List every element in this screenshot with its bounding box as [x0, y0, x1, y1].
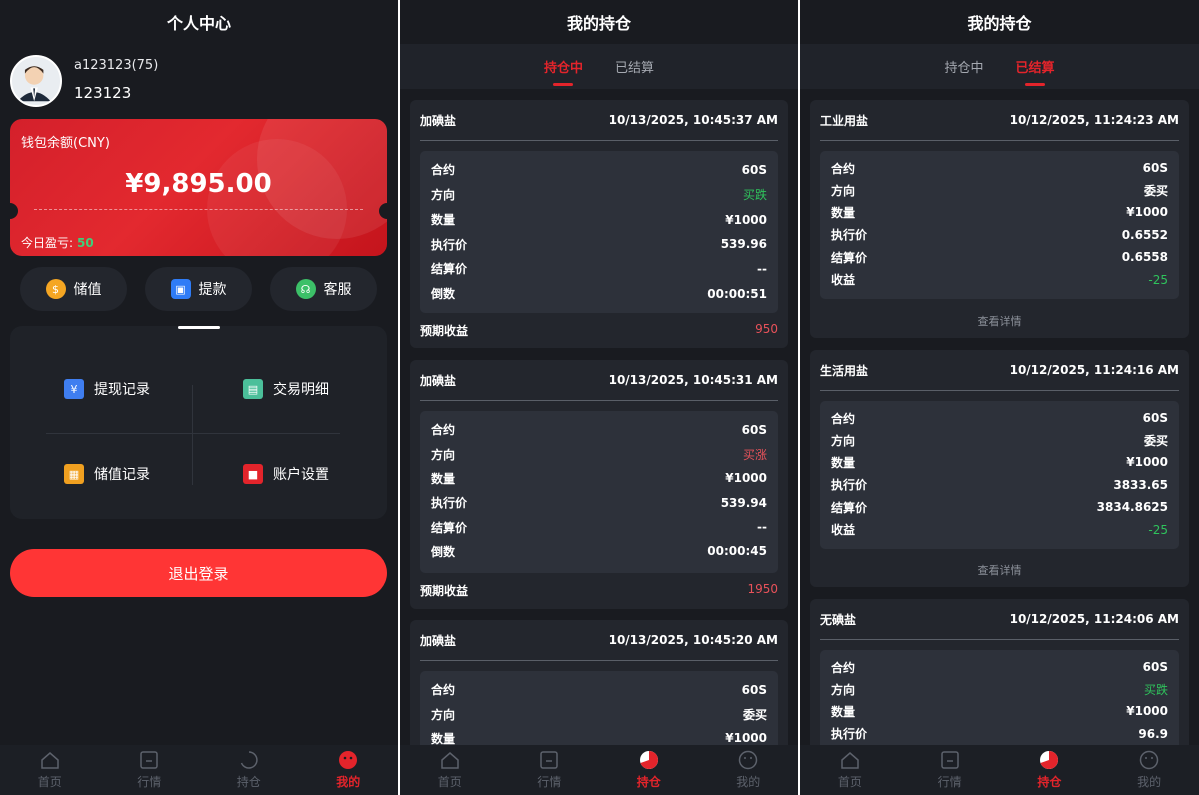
mine-icon [739, 750, 758, 770]
order-time: 10/12/2025, 11:24:16 AM [1009, 363, 1179, 377]
user-id: 123123 [74, 84, 132, 102]
wallet-icon: ▣ [170, 279, 191, 299]
view-detail-link[interactable]: 查看详情 [810, 313, 1189, 329]
expected-profit: 1950 [747, 582, 778, 596]
nav-market[interactable]: 行情 [100, 745, 200, 795]
positions-icon [639, 751, 658, 769]
expected-profit: 950 [755, 322, 778, 336]
nav-positions[interactable]: 持仓 [599, 745, 699, 795]
menu-account-settings[interactable]: ■ 账户设置 [243, 464, 329, 484]
positions-settled-screen: 我的持仓 持仓中 已结算 工业用盐 10/12/2025, 11:24:23 AM… [800, 0, 1199, 795]
product-name: 加碘盐 [420, 633, 457, 648]
nav-home[interactable]: 首页 [0, 745, 100, 795]
today-pnl: 今日盈亏: 50 [21, 236, 94, 250]
settled-card[interactable]: 工业用盐 10/12/2025, 11:24:23 AM 合约 60S 方向 委买 数… [810, 100, 1189, 338]
nav-mine[interactable]: 我的 [699, 745, 799, 795]
page-title: 我的持仓 [566, 14, 631, 33]
tab-holding[interactable]: 持仓中 [544, 44, 583, 89]
wallet-label: 钱包余额(CNY) [21, 136, 110, 151]
wallet-balance: ¥9,895.00 [125, 169, 272, 199]
nav-mine[interactable]: 我的 [1099, 745, 1199, 795]
bottom-nav: 首页 行情 持仓 我的 [800, 745, 1199, 795]
nav-positions[interactable]: 持仓 [1000, 745, 1100, 795]
nav-mine[interactable]: 我的 [299, 745, 399, 795]
position-card[interactable]: 加碘盐 10/13/2025, 10:45:37 AM 合约 60S 方向 买跌 数量… [410, 100, 788, 348]
product-name: 加碘盐 [420, 113, 457, 128]
tab-settled[interactable]: 已结算 [1016, 44, 1055, 89]
position-card[interactable]: 加碘盐 10/13/2025, 10:45:31 AM 合约 60S 方向 买涨 数量… [410, 360, 788, 609]
menu-transactions[interactable]: ▤ 交易明细 [243, 379, 329, 399]
nav-home[interactable]: 首页 [400, 745, 500, 795]
lock-icon: ■ [243, 464, 263, 484]
wallet-card: 钱包余额(CNY) ¥9,895.00 今日盈亏: 50 [10, 119, 387, 256]
yuan-card-icon: ¥ [64, 379, 84, 399]
ledger-icon: ▤ [243, 379, 263, 399]
deposit-button[interactable]: $ 储值 [20, 267, 127, 311]
product-name: 工业用盐 [820, 113, 869, 128]
product-name: 生活用盐 [820, 363, 869, 378]
order-time: 10/13/2025, 10:45:31 AM [608, 373, 778, 387]
tab-settled[interactable]: 已结算 [615, 44, 654, 89]
profit-value: -25 [1148, 272, 1168, 287]
coin-icon: $ [45, 279, 66, 299]
order-time: 10/12/2025, 11:24:06 AM [1009, 612, 1179, 626]
market-icon [140, 751, 158, 769]
settled-card[interactable]: 生活用盐 10/12/2025, 11:24:16 AM 合约 60S 方向 委买 数… [810, 350, 1189, 587]
product-name: 无碘盐 [820, 612, 857, 627]
positions-icon [1040, 751, 1059, 769]
menu-deposit-records[interactable]: ▦ 储值记录 [64, 464, 150, 484]
profit-value: -25 [1148, 522, 1168, 537]
mine-icon [339, 751, 358, 769]
order-time: 10/12/2025, 11:24:23 AM [1009, 113, 1179, 127]
avatar[interactable] [10, 55, 62, 107]
product-name: 加碘盐 [420, 373, 457, 388]
page-title: 我的持仓 [967, 14, 1032, 33]
settled-card[interactable]: 无碘盐 10/12/2025, 11:24:06 AM 合约 60S 方向 买跌 数量… [810, 599, 1189, 760]
menu-panel [10, 326, 387, 519]
home-icon [441, 752, 459, 769]
receipt-icon: ▦ [64, 464, 84, 484]
positions-open-screen: 我的持仓 持仓中 已结算 加碘盐 10/13/2025, 10:45:37 AM … [400, 0, 798, 795]
username: a123123(75) [74, 58, 159, 73]
page-title: 个人中心 [166, 14, 231, 33]
bottom-nav: 首页 行情 持仓 我的 [0, 745, 398, 795]
home-icon [841, 752, 859, 769]
tab-holding[interactable]: 持仓中 [944, 44, 983, 89]
drawer-handle[interactable] [178, 326, 220, 329]
bottom-nav: 首页 行情 持仓 我的 [400, 745, 798, 795]
home-icon [41, 752, 59, 769]
market-icon [940, 751, 959, 769]
order-time: 10/13/2025, 10:45:37 AM [608, 113, 778, 127]
position-tabs: 持仓中 已结算 [800, 44, 1199, 89]
logout-button[interactable]: 退出登录 [10, 549, 387, 597]
nav-home[interactable]: 首页 [800, 745, 900, 795]
today-pnl-value: 50 [77, 236, 94, 250]
withdraw-button[interactable]: ▣ 提款 [145, 267, 252, 311]
position-tabs: 持仓中 已结算 [400, 44, 798, 89]
market-icon [540, 751, 558, 769]
mine-icon [1139, 750, 1159, 770]
menu-withdraw-records[interactable]: ¥ 提现记录 [64, 379, 150, 399]
order-time: 10/13/2025, 10:45:20 AM [608, 633, 778, 647]
support-icon: ☊ [295, 279, 316, 299]
view-detail-link[interactable]: 查看详情 [810, 562, 1189, 578]
positions-icon [240, 751, 258, 769]
position-card[interactable]: 加碘盐 10/13/2025, 10:45:20 AM 合约 60S 方向 委买 数量… [410, 620, 788, 761]
nav-market[interactable]: 行情 [900, 745, 1000, 795]
profile-screen: 个人中心 a123123(75) 123123 钱包余额(CNY) ¥9,895… [0, 0, 398, 795]
support-button[interactable]: ☊ 客服 [270, 267, 377, 311]
nav-market[interactable]: 行情 [500, 745, 600, 795]
nav-positions[interactable]: 持仓 [199, 745, 299, 795]
